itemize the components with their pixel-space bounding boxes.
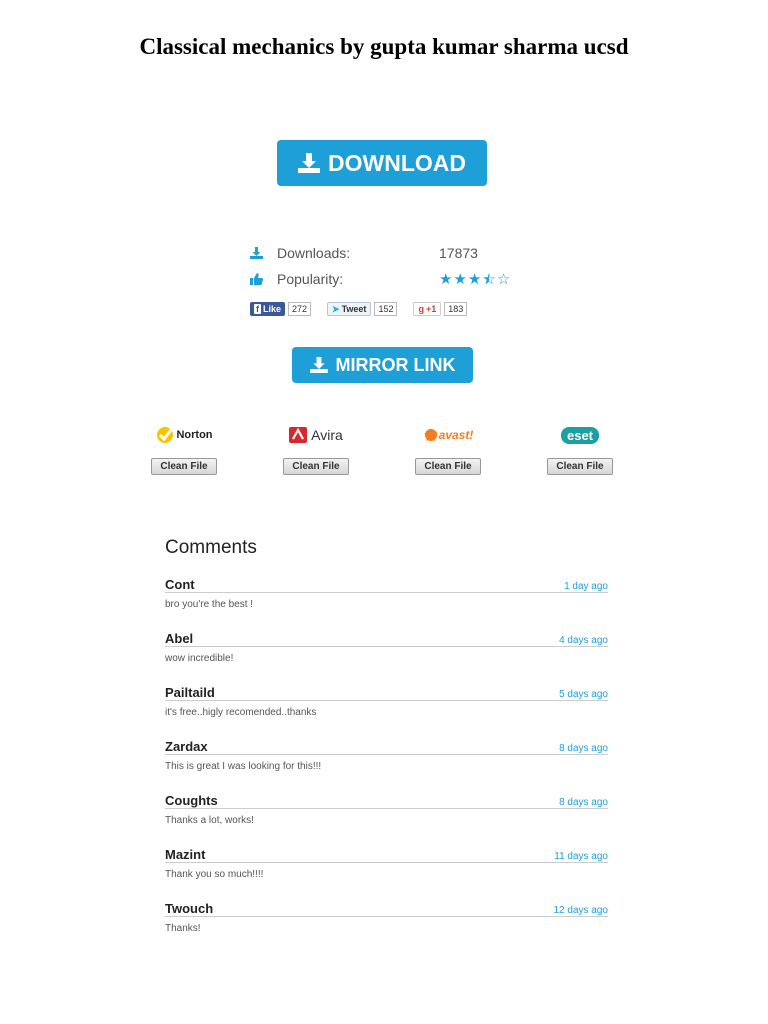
tweet-button[interactable]: ➤ Tweet: [327, 302, 372, 316]
comment-item: Abel 4 days ago wow incredible!: [165, 628, 608, 682]
twitter-count: 152: [374, 302, 398, 316]
comment-text: Thanks a lot, works!: [165, 815, 254, 826]
rating-stars: ★★★☆★☆: [439, 272, 510, 287]
clean-file-button[interactable]: Clean File: [151, 458, 217, 475]
download-icon: [309, 357, 328, 373]
gplus-button[interactable]: g +1: [413, 302, 442, 316]
comment-time[interactable]: 8 days ago: [559, 743, 608, 754]
star-full-icon: ★: [467, 270, 482, 288]
comments-heading: Comments: [165, 537, 257, 558]
star-empty-icon: ☆: [496, 270, 511, 288]
comment-text: wow incredible!: [165, 653, 234, 664]
downloads-row: Downloads: 17873: [250, 240, 540, 266]
download-label: DOWNLOAD: [328, 149, 466, 176]
comment-header: Cont 1 day ago: [165, 574, 608, 593]
comment-time[interactable]: 11 days ago: [554, 851, 608, 862]
comment-text: This is great I was looking for this!!!: [165, 761, 322, 772]
antivirus-eset: eset Clean File: [547, 424, 613, 475]
comment-time[interactable]: 5 days ago: [559, 689, 608, 700]
comment-author[interactable]: Coughts: [165, 793, 218, 808]
gplus-label: +1: [425, 304, 437, 314]
clean-file-button[interactable]: Clean File: [415, 458, 481, 475]
comment-header: Coughts 8 days ago: [165, 790, 608, 809]
clean-file-button[interactable]: Clean File: [283, 458, 349, 475]
comment-item: Cont 1 day ago bro you're the best !: [165, 574, 608, 628]
comment-header: Abel 4 days ago: [165, 628, 608, 647]
comment-time[interactable]: 4 days ago: [559, 635, 608, 646]
comment-author[interactable]: Pailtaild: [165, 685, 215, 700]
comment-time[interactable]: 12 days ago: [554, 905, 609, 916]
gplus-icon: g: [418, 304, 424, 314]
facebook-like-button[interactable]: f Like: [250, 302, 286, 316]
comment-item: Twouch 12 days ago Thanks!: [165, 898, 608, 952]
social-buttons: f Like 272 ➤ Tweet 152 g +1 183: [250, 302, 468, 316]
comment-author[interactable]: Zardax: [165, 739, 208, 754]
comment-author[interactable]: Abel: [165, 631, 193, 646]
download-button[interactable]: DOWNLOAD: [277, 140, 487, 186]
comment-header: Mazint 11 days ago: [165, 844, 608, 863]
comment-item: Coughts 8 days ago Thanks a lot, works!: [165, 790, 608, 844]
comment-author[interactable]: Twouch: [165, 901, 213, 916]
facebook-icon: f: [254, 304, 261, 314]
clean-file-button[interactable]: Clean File: [547, 458, 613, 475]
file-stats: Downloads: 17873 Popularity: ★★★☆★☆: [250, 240, 540, 292]
facebook-count: 272: [288, 302, 312, 316]
gplus-count: 183: [444, 302, 468, 316]
star-full-icon: ★: [453, 270, 467, 288]
mirror-link-button[interactable]: MIRROR LINK: [292, 347, 473, 383]
comment-item: Mazint 11 days ago Thank you so much!!!!: [165, 844, 608, 898]
comment-text: Thanks!: [165, 923, 201, 934]
comment-header: Zardax 8 days ago: [165, 736, 608, 755]
twitter-bird-icon: ➤: [332, 303, 340, 314]
comment-item: Pailtaild 5 days ago it's free..higly reco…: [165, 682, 608, 736]
comment-author[interactable]: Mazint: [165, 847, 205, 862]
thumbs-up-icon: [250, 273, 277, 285]
eset-logo: eset: [547, 424, 613, 446]
norton-logo: Norton: [151, 424, 217, 446]
tweet-label: Tweet: [341, 304, 367, 314]
comments-section: Comments Cont 1 day ago bro you're the bes…: [165, 537, 608, 952]
comment-header: Pailtaild 5 days ago: [165, 682, 608, 701]
star-full-icon: ★: [439, 270, 453, 288]
antivirus-avast: avast! Clean File: [415, 424, 481, 475]
avast-logo: avast!: [415, 424, 481, 446]
download-icon: [298, 153, 320, 173]
comment-header: Twouch 12 days ago: [165, 898, 608, 917]
comment-time[interactable]: 1 day ago: [564, 581, 608, 592]
download-icon: [250, 247, 277, 259]
star-half-icon: ☆★: [482, 270, 496, 288]
avira-logo: Avira: [283, 424, 349, 446]
comment-author[interactable]: Cont: [165, 577, 195, 592]
facebook-like-label: Like: [263, 304, 282, 314]
comment-time[interactable]: 8 days ago: [559, 797, 608, 808]
popularity-label: Popularity:: [277, 271, 344, 287]
downloads-value: 17873: [439, 245, 478, 261]
comment-text: Thank you so much!!!!: [165, 869, 264, 880]
comment-text: it's free..higly recomended..thanks: [165, 707, 317, 718]
page-title: Classical mechanics by gupta kumar sharm…: [139, 34, 629, 59]
comment-list: Cont 1 day ago bro you're the best ! Abel 4 …: [165, 574, 608, 952]
popularity-row: Popularity: ★★★☆★☆: [250, 266, 540, 292]
antivirus-norton: Norton Clean File: [151, 424, 217, 475]
downloads-label: Downloads:: [277, 245, 351, 261]
comment-item: Zardax 8 days ago This is great I was look…: [165, 736, 608, 790]
comment-text: bro you're the best !: [165, 599, 254, 610]
mirror-link-label: MIRROR LINK: [335, 354, 456, 375]
antivirus-avira: Avira Clean File: [283, 424, 349, 475]
